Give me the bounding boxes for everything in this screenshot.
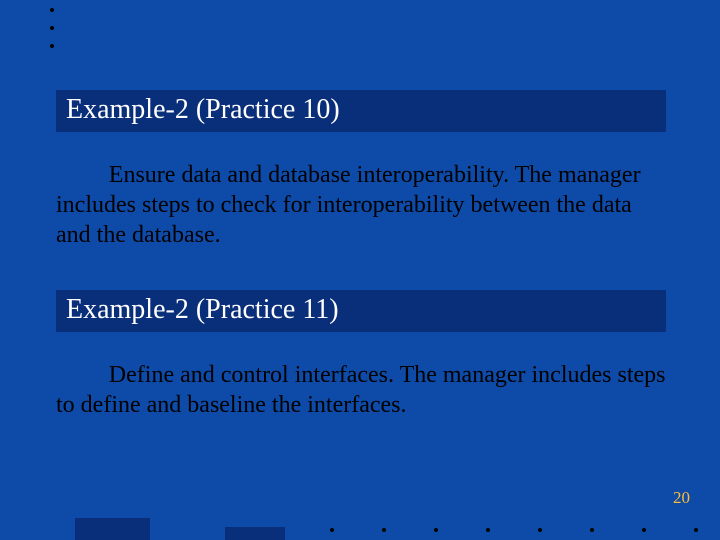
section-body-1: Ensure data and database interoperabilit… [56, 160, 666, 250]
dot [538, 528, 542, 532]
page-number: 20 [673, 488, 690, 508]
footer-decoration [0, 518, 720, 540]
dot [590, 528, 594, 532]
dot [330, 528, 334, 532]
dot [50, 26, 54, 30]
dot [694, 528, 698, 532]
section-heading-2: Example-2 (Practice 11) [56, 290, 666, 332]
body-text: Ensure data and database interoperabilit… [56, 160, 666, 250]
dot [50, 8, 54, 12]
dot [434, 528, 438, 532]
body-text: Define and control interfaces. The manag… [56, 360, 666, 420]
section-heading-1: Example-2 (Practice 10) [56, 90, 666, 132]
heading-text: Example-2 (Practice 11) [66, 294, 339, 325]
decorative-dots-top [50, 8, 54, 48]
footer-square [225, 527, 285, 540]
dot [486, 528, 490, 532]
decorative-dots-bottom [330, 528, 698, 532]
section-body-2: Define and control interfaces. The manag… [56, 360, 666, 420]
footer-square [75, 518, 150, 540]
dot [382, 528, 386, 532]
dot [642, 528, 646, 532]
dot [50, 44, 54, 48]
heading-text: Example-2 (Practice 10) [66, 94, 340, 125]
